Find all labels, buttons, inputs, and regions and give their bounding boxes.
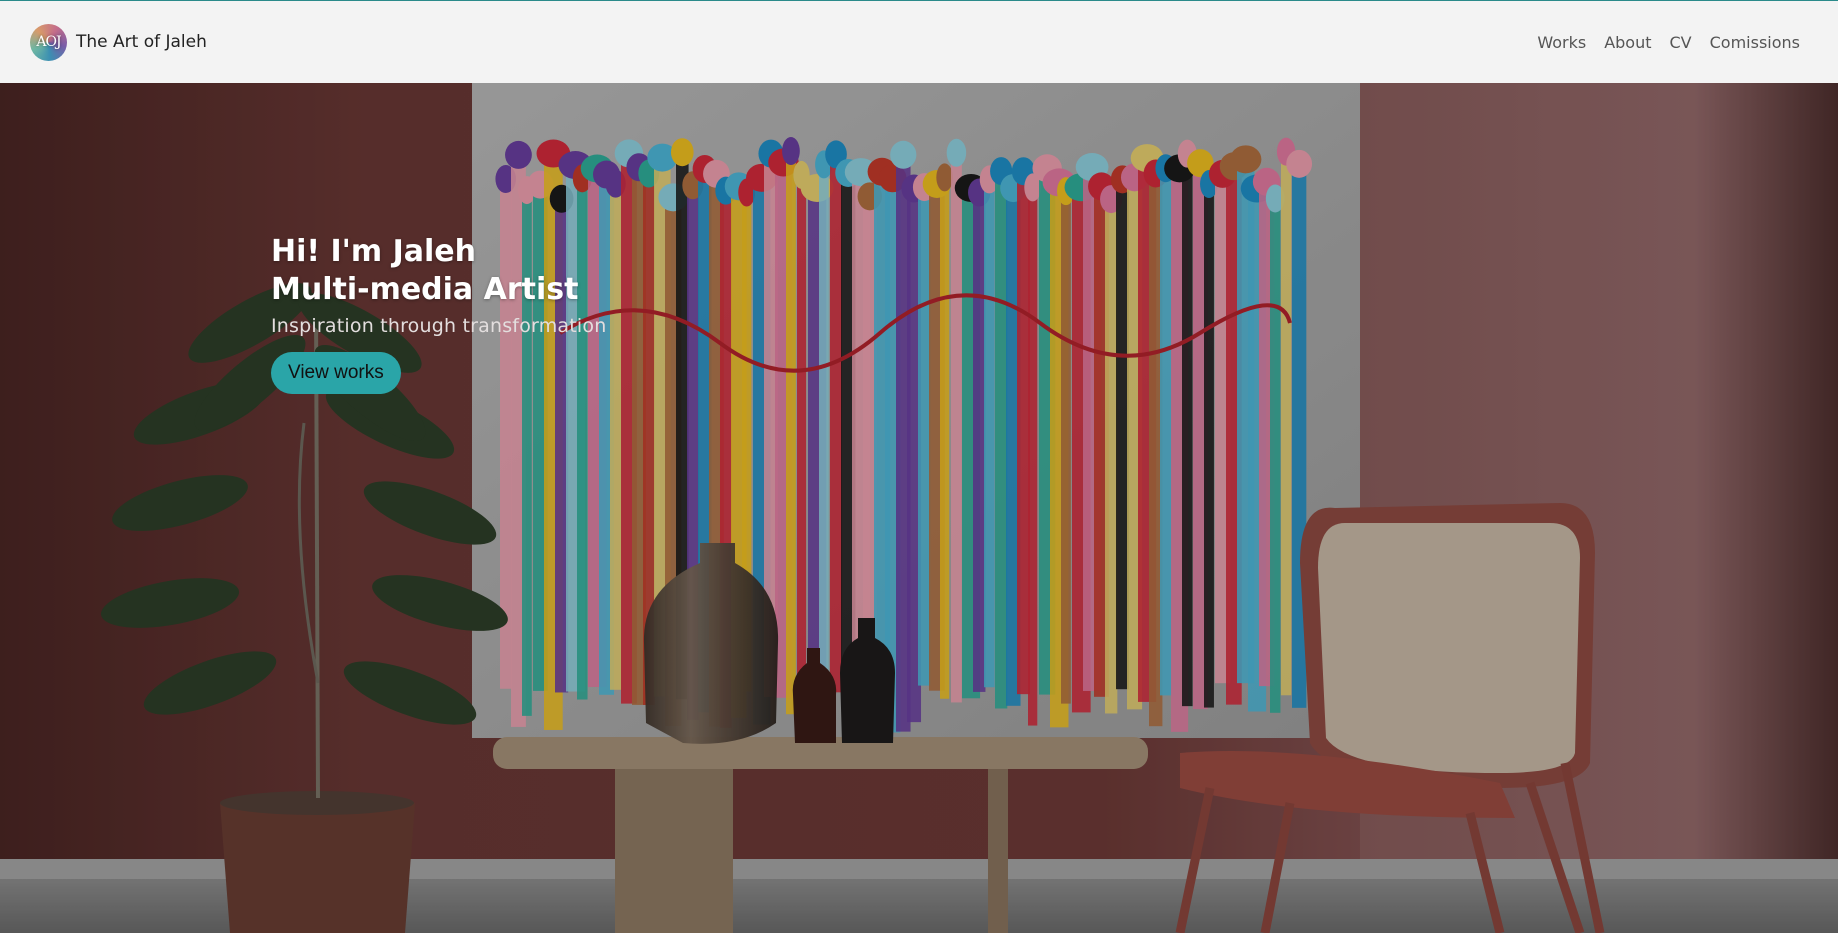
hero-subtitle: Inspiration through transformation: [271, 315, 607, 337]
main-nav: Works About CV Comissions: [1537, 33, 1800, 52]
hero-heading-line2: Multi-media Artist: [271, 272, 579, 307]
nav-link-about[interactable]: About: [1604, 33, 1651, 52]
brand-link[interactable]: AOJ The Art of Jaleh: [30, 23, 207, 61]
nav-link-commissions[interactable]: Comissions: [1710, 33, 1800, 52]
hero-heading-line1: Hi! I'm Jaleh: [271, 234, 476, 269]
view-works-button[interactable]: View works: [271, 352, 401, 394]
nav-link-cv[interactable]: CV: [1670, 33, 1692, 52]
hero-section: Hi! I'm Jaleh Multi-media Artist Inspira…: [0, 83, 1838, 933]
logo-icon: AOJ: [30, 23, 67, 61]
site-title: The Art of Jaleh: [76, 32, 207, 52]
site-header: AOJ The Art of Jaleh Works About CV Comi…: [0, 0, 1838, 83]
hero-content: Hi! I'm Jaleh Multi-media Artist Inspira…: [271, 233, 606, 394]
nav-link-works[interactable]: Works: [1537, 33, 1586, 52]
hero-heading: Hi! I'm Jaleh Multi-media Artist: [271, 233, 606, 309]
